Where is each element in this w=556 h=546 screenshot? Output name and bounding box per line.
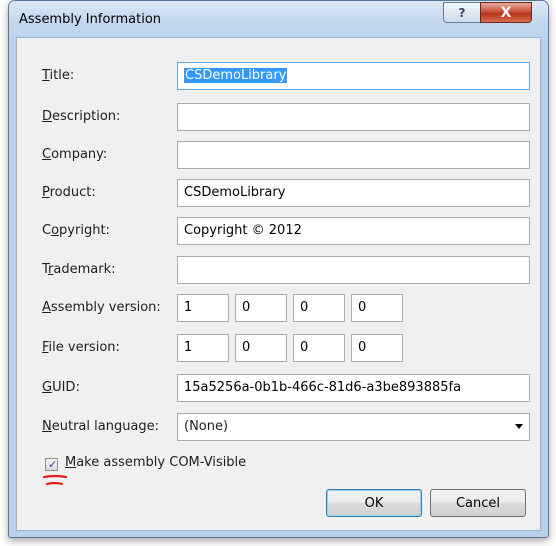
trademark-input[interactable] <box>177 256 530 284</box>
title-input-selection: CSDemoLibrary <box>184 68 288 83</box>
dropdown-arrow-icon[interactable] <box>515 424 523 429</box>
assembly-version-label: Assembly version: <box>42 300 161 315</box>
file-version-major[interactable]: 1 <box>177 334 229 362</box>
copyright-input[interactable]: Copyright © 2012 <box>177 217 530 245</box>
title-input[interactable]: CSDemoLibrary <box>177 62 530 90</box>
com-visible-checkbox[interactable]: ✓ <box>45 458 58 471</box>
product-row: Product: CSDemoLibrary <box>17 179 540 207</box>
red-annotation-marks <box>42 474 68 486</box>
ok-button[interactable]: OK <box>326 489 422 517</box>
file-version-build[interactable]: 0 <box>293 334 345 362</box>
close-button[interactable]: X <box>480 2 532 23</box>
company-row: Company: <box>17 141 540 169</box>
neutral-language-value: (None) <box>184 419 229 434</box>
dialog-body: Title: CSDemoLibrary Description: Compan… <box>16 37 541 531</box>
product-input[interactable]: CSDemoLibrary <box>177 179 530 207</box>
assembly-version-row: Assembly version: 1 0 0 0 <box>17 294 540 322</box>
help-icon: ? <box>458 5 466 20</box>
trademark-label: Trademark: <box>42 262 116 277</box>
guid-label: GUID: <box>42 380 80 395</box>
close-icon: X <box>500 4 512 21</box>
product-label: Product: <box>42 185 96 200</box>
description-row: Description: <box>17 103 540 131</box>
guid-row: GUID: 15a5256a-0b1b-466c-81d6-a3be893885… <box>17 374 540 402</box>
neutral-language-row: Neutral language: (None) <box>17 413 540 441</box>
file-version-minor[interactable]: 0 <box>235 334 287 362</box>
description-label: Description: <box>42 109 121 124</box>
copyright-label: Copyright: <box>42 223 110 238</box>
description-input[interactable] <box>177 103 530 131</box>
assembly-version-revision[interactable]: 0 <box>351 294 403 322</box>
title-bar[interactable]: Assembly Information ? X <box>9 1 548 37</box>
help-button[interactable]: ? <box>443 2 481 23</box>
assembly-version-major[interactable]: 1 <box>177 294 229 322</box>
guid-input[interactable]: 15a5256a-0b1b-466c-81d6-a3be893885fa <box>177 374 530 402</box>
title-label: Title: <box>42 68 75 83</box>
window-title: Assembly Information <box>19 12 162 27</box>
company-label: Company: <box>42 147 108 162</box>
company-input[interactable] <box>177 141 530 169</box>
com-visible-label[interactable]: Make assembly COM-Visible <box>65 455 246 470</box>
file-version-row: File version: 1 0 0 0 <box>17 334 540 362</box>
trademark-row: Trademark: <box>17 256 540 284</box>
assembly-version-build[interactable]: 0 <box>293 294 345 322</box>
file-version-label: File version: <box>42 340 120 355</box>
assembly-information-dialog: Assembly Information ? X Title: CSDemoLi… <box>8 0 549 538</box>
neutral-language-label: Neutral language: <box>42 419 160 434</box>
title-row: Title: CSDemoLibrary <box>17 62 540 90</box>
checkmark-icon: ✓ <box>48 458 58 471</box>
assembly-version-minor[interactable]: 0 <box>235 294 287 322</box>
cancel-button[interactable]: Cancel <box>430 489 526 517</box>
neutral-language-select[interactable]: (None) <box>177 413 530 441</box>
file-version-revision[interactable]: 0 <box>351 334 403 362</box>
copyright-row: Copyright: Copyright © 2012 <box>17 217 540 245</box>
